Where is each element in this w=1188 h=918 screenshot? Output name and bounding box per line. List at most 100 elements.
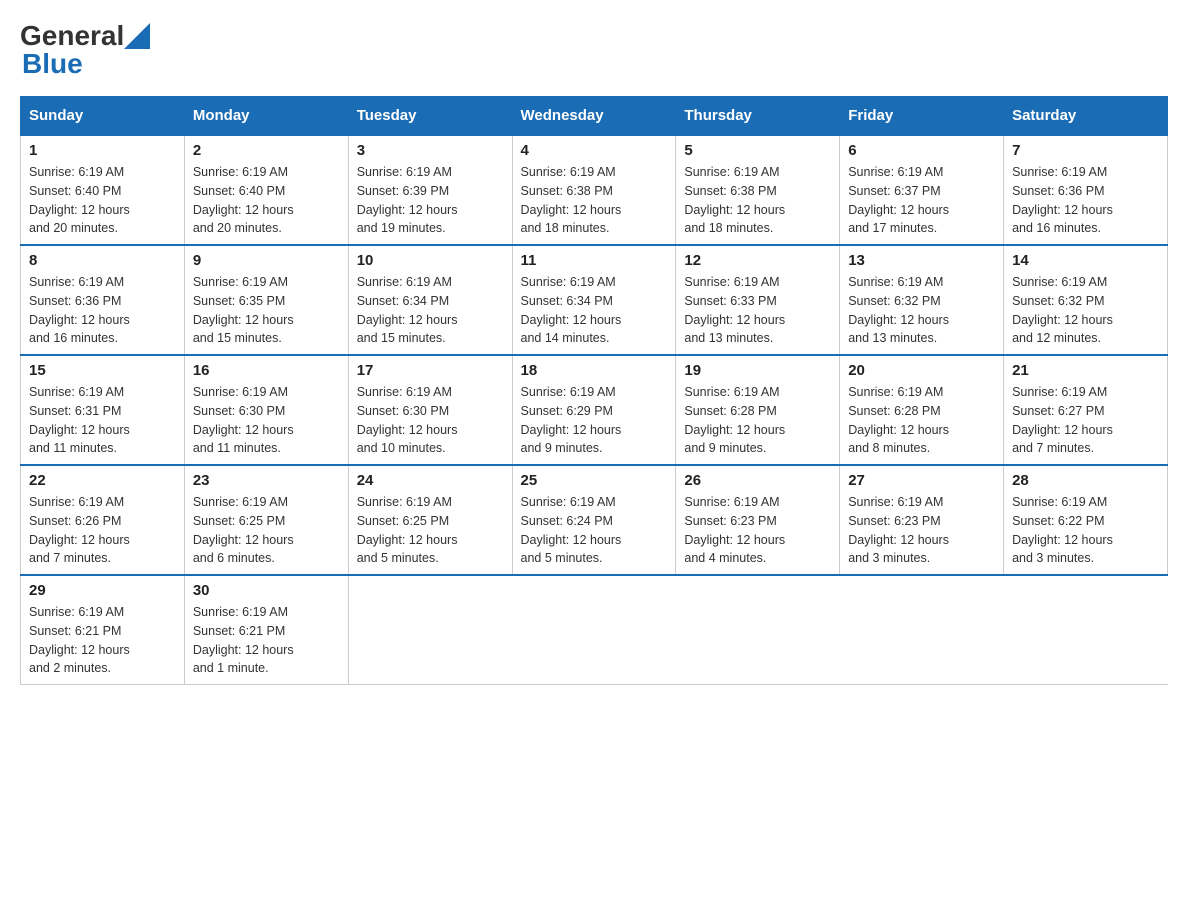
- day-number: 30: [193, 582, 340, 599]
- day-info: Sunrise: 6:19 AMSunset: 6:25 PMDaylight:…: [357, 493, 504, 568]
- day-of-week-header: Saturday: [1004, 97, 1168, 136]
- calendar-day-cell: 20 Sunrise: 6:19 AMSunset: 6:28 PMDayligh…: [840, 355, 1004, 465]
- calendar-day-cell: 3Sunrise: 6:19 AMSunset: 6:39 PMDaylight…: [348, 135, 512, 245]
- day-info: Sunrise: 6:19 AMSunset: 6:33 PMDaylight:…: [684, 273, 831, 348]
- day-info: Sunrise: 6:19 AMSunset: 6:34 PMDaylight:…: [521, 273, 668, 348]
- day-info: Sunrise: 6:19 AMSunset: 6:38 PMDaylight:…: [521, 163, 668, 238]
- calendar-week-row: 8 Sunrise: 6:19 AMSunset: 6:36 PMDaylight…: [21, 245, 1168, 355]
- calendar-day-cell: 29 Sunrise: 6:19 AMSunset: 6:21 PMDayligh…: [21, 575, 185, 685]
- day-number: 19: [684, 362, 831, 379]
- calendar-day-cell: 18 Sunrise: 6:19 AMSunset: 6:29 PMDayligh…: [512, 355, 676, 465]
- calendar-day-cell: 5Sunrise: 6:19 AMSunset: 6:38 PMDaylight…: [676, 135, 840, 245]
- calendar-day-cell: 6 Sunrise: 6:19 AMSunset: 6:37 PMDaylight…: [840, 135, 1004, 245]
- day-info: Sunrise: 6:19 AMSunset: 6:30 PMDaylight:…: [357, 383, 504, 458]
- day-number: 15: [29, 362, 176, 379]
- calendar-day-cell: 15 Sunrise: 6:19 AMSunset: 6:31 PMDayligh…: [21, 355, 185, 465]
- day-number: 22: [29, 472, 176, 489]
- day-info: Sunrise: 6:19 AMSunset: 6:35 PMDaylight:…: [193, 273, 340, 348]
- calendar-day-cell: [512, 575, 676, 685]
- calendar-day-cell: [840, 575, 1004, 685]
- day-of-week-header: Tuesday: [348, 97, 512, 136]
- day-info: Sunrise: 6:19 AMSunset: 6:40 PMDaylight:…: [193, 163, 340, 238]
- calendar-day-cell: 14 Sunrise: 6:19 AMSunset: 6:32 PMDayligh…: [1004, 245, 1168, 355]
- calendar-day-cell: 30 Sunrise: 6:19 AMSunset: 6:21 PMDayligh…: [184, 575, 348, 685]
- day-of-week-header: Sunday: [21, 97, 185, 136]
- day-info: Sunrise: 6:19 AMSunset: 6:28 PMDaylight:…: [848, 383, 995, 458]
- day-info: Sunrise: 6:19 AMSunset: 6:23 PMDaylight:…: [684, 493, 831, 568]
- logo-blue-text: Blue: [22, 48, 83, 80]
- day-info: Sunrise: 6:19 AMSunset: 6:21 PMDaylight:…: [193, 603, 340, 678]
- day-number: 9: [193, 252, 340, 269]
- day-number: 24: [357, 472, 504, 489]
- day-number: 14: [1012, 252, 1159, 269]
- calendar-table: SundayMondayTuesdayWednesdayThursdayFrid…: [20, 96, 1168, 685]
- day-number: 18: [521, 362, 668, 379]
- day-number: 26: [684, 472, 831, 489]
- day-info: Sunrise: 6:19 AMSunset: 6:32 PMDaylight:…: [1012, 273, 1159, 348]
- day-number: 8: [29, 252, 176, 269]
- calendar-week-row: 29 Sunrise: 6:19 AMSunset: 6:21 PMDayligh…: [21, 575, 1168, 685]
- calendar-day-cell: 28 Sunrise: 6:19 AMSunset: 6:22 PMDayligh…: [1004, 465, 1168, 575]
- calendar-day-cell: 16 Sunrise: 6:19 AMSunset: 6:30 PMDayligh…: [184, 355, 348, 465]
- day-number: 12: [684, 252, 831, 269]
- calendar-day-cell: 1Sunrise: 6:19 AMSunset: 6:40 PMDaylight…: [21, 135, 185, 245]
- calendar-day-cell: 23 Sunrise: 6:19 AMSunset: 6:25 PMDayligh…: [184, 465, 348, 575]
- day-number: 5: [684, 142, 831, 159]
- day-info: Sunrise: 6:19 AMSunset: 6:21 PMDaylight:…: [29, 603, 176, 678]
- calendar-day-cell: 24 Sunrise: 6:19 AMSunset: 6:25 PMDayligh…: [348, 465, 512, 575]
- calendar-day-cell: 26 Sunrise: 6:19 AMSunset: 6:23 PMDayligh…: [676, 465, 840, 575]
- day-info: Sunrise: 6:19 AMSunset: 6:34 PMDaylight:…: [357, 273, 504, 348]
- day-info: Sunrise: 6:19 AMSunset: 6:32 PMDaylight:…: [848, 273, 995, 348]
- day-number: 10: [357, 252, 504, 269]
- day-number: 27: [848, 472, 995, 489]
- day-number: 21: [1012, 362, 1159, 379]
- day-info: Sunrise: 6:19 AMSunset: 6:23 PMDaylight:…: [848, 493, 995, 568]
- calendar-week-row: 1Sunrise: 6:19 AMSunset: 6:40 PMDaylight…: [21, 135, 1168, 245]
- calendar-day-cell: 2Sunrise: 6:19 AMSunset: 6:40 PMDaylight…: [184, 135, 348, 245]
- day-info: Sunrise: 6:19 AMSunset: 6:22 PMDaylight:…: [1012, 493, 1159, 568]
- day-info: Sunrise: 6:19 AMSunset: 6:36 PMDaylight:…: [29, 273, 176, 348]
- day-of-week-header: Monday: [184, 97, 348, 136]
- day-info: Sunrise: 6:19 AMSunset: 6:29 PMDaylight:…: [521, 383, 668, 458]
- calendar-day-cell: 22 Sunrise: 6:19 AMSunset: 6:26 PMDayligh…: [21, 465, 185, 575]
- day-info: Sunrise: 6:19 AMSunset: 6:25 PMDaylight:…: [193, 493, 340, 568]
- day-number: 17: [357, 362, 504, 379]
- calendar-day-cell: 9 Sunrise: 6:19 AMSunset: 6:35 PMDaylight…: [184, 245, 348, 355]
- day-number: 6: [848, 142, 995, 159]
- day-number: 29: [29, 582, 176, 599]
- day-number: 23: [193, 472, 340, 489]
- calendar-week-row: 15 Sunrise: 6:19 AMSunset: 6:31 PMDayligh…: [21, 355, 1168, 465]
- day-info: Sunrise: 6:19 AMSunset: 6:26 PMDaylight:…: [29, 493, 176, 568]
- day-number: 20: [848, 362, 995, 379]
- day-info: Sunrise: 6:19 AMSunset: 6:40 PMDaylight:…: [29, 163, 176, 238]
- calendar-day-cell: [348, 575, 512, 685]
- logo-container: GeneralBlue: [20, 20, 150, 80]
- day-info: Sunrise: 6:19 AMSunset: 6:30 PMDaylight:…: [193, 383, 340, 458]
- day-number: 13: [848, 252, 995, 269]
- calendar-day-cell: 19 Sunrise: 6:19 AMSunset: 6:28 PMDayligh…: [676, 355, 840, 465]
- calendar-header-row: SundayMondayTuesdayWednesdayThursdayFrid…: [21, 97, 1168, 136]
- day-number: 28: [1012, 472, 1159, 489]
- day-of-week-header: Thursday: [676, 97, 840, 136]
- day-info: Sunrise: 6:19 AMSunset: 6:36 PMDaylight:…: [1012, 163, 1159, 238]
- day-info: Sunrise: 6:19 AMSunset: 6:28 PMDaylight:…: [684, 383, 831, 458]
- day-of-week-header: Friday: [840, 97, 1004, 136]
- calendar-week-row: 22 Sunrise: 6:19 AMSunset: 6:26 PMDayligh…: [21, 465, 1168, 575]
- day-info: Sunrise: 6:19 AMSunset: 6:37 PMDaylight:…: [848, 163, 995, 238]
- calendar-day-cell: 13 Sunrise: 6:19 AMSunset: 6:32 PMDayligh…: [840, 245, 1004, 355]
- calendar-day-cell: 4Sunrise: 6:19 AMSunset: 6:38 PMDaylight…: [512, 135, 676, 245]
- calendar-day-cell: 12 Sunrise: 6:19 AMSunset: 6:33 PMDayligh…: [676, 245, 840, 355]
- day-info: Sunrise: 6:19 AMSunset: 6:39 PMDaylight:…: [357, 163, 504, 238]
- calendar-day-cell: 21 Sunrise: 6:19 AMSunset: 6:27 PMDayligh…: [1004, 355, 1168, 465]
- page-header: GeneralBlue: [20, 20, 1168, 80]
- day-number: 11: [521, 252, 668, 269]
- calendar-day-cell: 17 Sunrise: 6:19 AMSunset: 6:30 PMDayligh…: [348, 355, 512, 465]
- day-number: 16: [193, 362, 340, 379]
- day-info: Sunrise: 6:19 AMSunset: 6:27 PMDaylight:…: [1012, 383, 1159, 458]
- day-number: 7: [1012, 142, 1159, 159]
- day-info: Sunrise: 6:19 AMSunset: 6:31 PMDaylight:…: [29, 383, 176, 458]
- calendar-day-cell: 11 Sunrise: 6:19 AMSunset: 6:34 PMDayligh…: [512, 245, 676, 355]
- calendar-day-cell: [676, 575, 840, 685]
- logo-triangle-icon: [124, 23, 150, 49]
- calendar-day-cell: 10 Sunrise: 6:19 AMSunset: 6:34 PMDayligh…: [348, 245, 512, 355]
